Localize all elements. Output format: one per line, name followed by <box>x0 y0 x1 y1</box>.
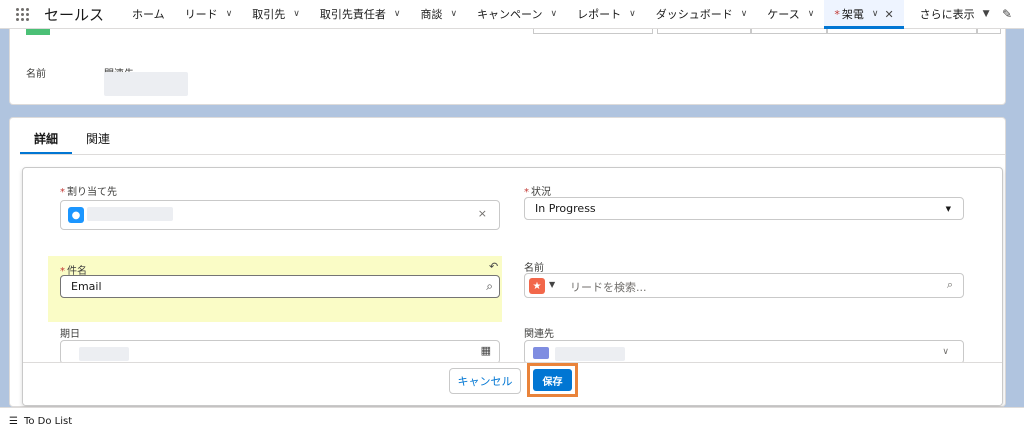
undo-icon[interactable]: ↶ <box>489 260 498 273</box>
related-to-lookup[interactable]: ∨ <box>524 340 964 364</box>
chevron-down-icon[interactable]: ∨ <box>226 9 233 19</box>
chevron-down-icon[interactable]: ∨ <box>872 9 879 19</box>
record-tabs: 詳細 関連 <box>20 118 1005 155</box>
label-text: 割り当て先 <box>67 187 117 198</box>
record-icon <box>26 29 50 35</box>
nav-item-contacts[interactable]: 取引先責任者 ∨ <box>310 0 411 29</box>
name-label: 名前 <box>524 263 544 274</box>
clear-icon[interactable]: × <box>478 207 487 220</box>
nav-item-label: レポート <box>577 8 622 21</box>
nav-item-active-call[interactable]: * 架電 ∨ ✕ <box>824 0 904 29</box>
due-date-input[interactable]: ▦ <box>60 340 500 364</box>
nav-item-label: 取引先 <box>252 8 286 21</box>
subject-value: Email <box>71 280 102 293</box>
chevron-down-icon[interactable]: ∨ <box>394 9 401 19</box>
redacted-related-value[interactable] <box>104 72 188 96</box>
name-search-placeholder: リードを検索... <box>570 281 647 294</box>
nav-item-dashboards[interactable]: ダッシュボード ∨ <box>646 0 758 29</box>
chevron-down-icon[interactable]: ∨ <box>551 9 558 19</box>
caret-down-icon[interactable]: ▼ <box>549 280 555 289</box>
assigned-to-label: * 割り当て先 <box>60 183 117 198</box>
nav-item-accounts[interactable]: 取引先 ∨ <box>242 0 310 29</box>
utility-bar: ☰ To Do List <box>0 407 1024 435</box>
edit-nav-pencil-icon[interactable]: ✎ <box>1002 7 1012 21</box>
header-action-button[interactable] <box>533 29 653 34</box>
nav-item-reports[interactable]: レポート ∨ <box>567 0 646 29</box>
nav-item-label: ホーム <box>132 8 165 21</box>
nav-item-label: 取引先責任者 <box>319 8 386 21</box>
tab-related[interactable]: 関連 <box>72 118 124 154</box>
header-action-button[interactable] <box>657 29 751 34</box>
chevron-down-icon[interactable]: ∨ <box>942 347 949 357</box>
nav-item-opportunities[interactable]: 商談 ∨ <box>410 0 467 29</box>
todo-list-item[interactable]: To Do List <box>24 416 72 427</box>
nav-item-label: 商談 <box>420 8 443 21</box>
nav-more-menu[interactable]: さらに表示 ▼ <box>910 0 1000 29</box>
calendar-icon[interactable]: ▦ <box>481 344 491 357</box>
chevron-down-icon[interactable]: ∨ <box>741 9 748 19</box>
object-icon <box>533 347 549 359</box>
chevron-down-icon[interactable]: ∨ <box>629 9 636 19</box>
header-action-buttons <box>533 29 1001 34</box>
record-header: 名前 関連先 <box>9 29 1006 105</box>
status-select[interactable]: In Progress ▼ <box>524 197 964 220</box>
search-icon: ⌕ <box>486 279 493 293</box>
header-action-button[interactable] <box>751 29 827 34</box>
save-button-outline: 保存 <box>527 363 578 397</box>
nav-items: ホーム リード ∨ 取引先 ∨ 取引先責任者 ∨ 商談 ∨ キャンペーン ∨ レポート ∨ … <box>122 0 1000 29</box>
assigned-to-lookup[interactable]: ● × <box>60 200 500 230</box>
redacted-user-name <box>87 207 173 221</box>
nav-item-home[interactable]: ホーム <box>122 0 175 29</box>
status-label: * 状況 <box>524 183 551 198</box>
related-to-label: 関連先 <box>524 329 554 340</box>
chevron-down-icon[interactable]: ∨ <box>808 9 815 19</box>
user-icon: ● <box>68 207 84 223</box>
unsaved-marker: * <box>834 7 840 21</box>
list-icon: ☰ <box>9 416 18 427</box>
app-launcher-icon[interactable] <box>0 0 44 29</box>
header-name-label: 名前 <box>26 69 46 80</box>
chevron-down-icon[interactable]: ∨ <box>450 9 457 19</box>
chevron-down-icon[interactable]: ∨ <box>293 9 300 19</box>
nav-item-label: ダッシュボード <box>655 8 733 21</box>
nav-item-label: リード <box>184 8 218 21</box>
inline-edit-form: * 割り当て先 ● × * 状況 In Progress ▼ * 件名 ↶ Email… <box>22 167 1003 406</box>
close-tab-icon[interactable]: ✕ <box>884 8 893 21</box>
redacted-related <box>555 347 625 361</box>
global-nav: セールス ホーム リード ∨ 取引先 ∨ 取引先責任者 ∨ 商談 ∨ キャンペーン ∨ レ… <box>0 0 1024 29</box>
due-date-label: 期日 <box>60 329 80 340</box>
nav-item-campaigns[interactable]: キャンペーン ∨ <box>467 0 567 29</box>
tab-detail[interactable]: 詳細 <box>20 118 73 154</box>
status-value: In Progress <box>535 202 596 215</box>
header-action-button[interactable] <box>827 29 977 34</box>
header-action-button[interactable] <box>977 29 1001 34</box>
nav-item-cases[interactable]: ケース ∨ <box>757 0 824 29</box>
subject-input[interactable]: Email ⌕ <box>60 275 500 298</box>
nav-more-label: さらに表示 <box>919 8 975 21</box>
nav-item-label: ケース <box>767 8 800 21</box>
caret-down-icon[interactable]: ▼ <box>983 9 990 19</box>
save-button[interactable]: 保存 <box>533 369 572 391</box>
caret-down-icon: ▼ <box>945 205 951 213</box>
nav-item-label: 架電 <box>841 8 864 21</box>
lead-icon[interactable]: ★ <box>529 278 545 294</box>
cancel-button[interactable]: キャンセル <box>449 368 521 394</box>
name-lookup[interactable]: ★ ▼ リードを検索... ⌕ <box>524 273 964 298</box>
search-icon: ⌕ <box>946 278 953 291</box>
app-name: セールス <box>44 5 105 24</box>
nav-item-leads[interactable]: リード ∨ <box>175 0 243 29</box>
form-footer: キャンセル 保存 <box>23 362 1002 405</box>
redacted-date <box>79 347 129 361</box>
required-marker: * <box>60 187 65 198</box>
nav-item-label: キャンペーン <box>477 8 543 21</box>
